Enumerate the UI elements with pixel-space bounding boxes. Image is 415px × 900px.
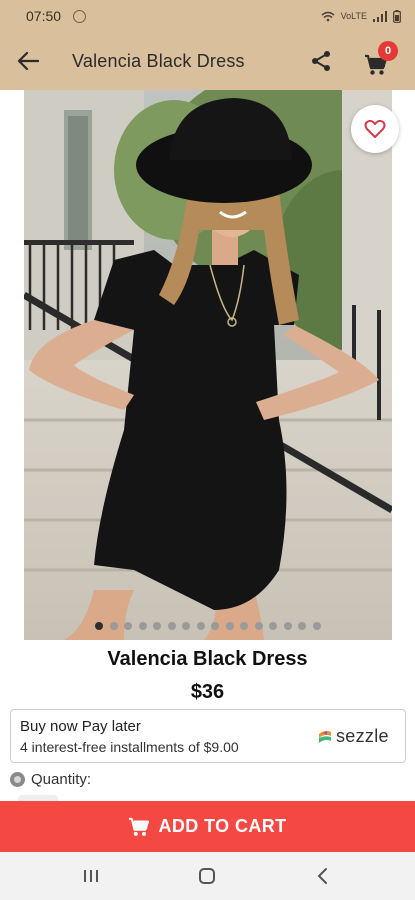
app-bar: Valencia Black Dress 0 — [0, 32, 415, 90]
recent-apps-icon — [84, 870, 98, 882]
heart-icon — [364, 119, 386, 138]
cart-count-badge: 0 — [378, 41, 398, 61]
pager-dot[interactable] — [283, 622, 292, 630]
back-icon — [317, 868, 327, 884]
pager-dot[interactable] — [225, 622, 234, 630]
sezzle-title: Buy now Pay later — [20, 718, 141, 735]
status-bar: 07:50 VoLTE — [0, 0, 415, 32]
pager-dot[interactable] — [269, 622, 278, 630]
back-button[interactable] — [0, 32, 56, 90]
sezzle-logo: sezzle — [317, 726, 389, 747]
sezzle-widget[interactable]: Buy now Pay later 4 interest-free instal… — [10, 709, 406, 763]
whatsapp-icon — [73, 9, 87, 23]
pager-dot[interactable] — [167, 622, 176, 630]
product-image[interactable] — [24, 90, 392, 640]
add-to-cart-button[interactable]: ADD TO CART — [0, 801, 415, 852]
home-icon — [199, 868, 215, 884]
share-icon — [312, 51, 330, 71]
quantity-label: Quantity: — [31, 771, 92, 788]
status-icons: VoLTE — [321, 9, 401, 23]
sezzle-installments: 4 interest-free installments of $9.00 — [20, 739, 239, 755]
add-to-cart-label: ADD TO CART — [158, 816, 287, 836]
cart-button[interactable]: 0 — [362, 41, 398, 78]
pager-dot[interactable] — [182, 622, 191, 630]
network-label: VoLTE — [340, 11, 367, 21]
cart-icon — [129, 817, 150, 836]
back-arrow-icon — [17, 51, 39, 71]
pager-dot[interactable] — [240, 622, 249, 630]
pager-dot[interactable] — [95, 622, 104, 630]
pager-dot[interactable] — [312, 622, 321, 630]
quantity-radio[interactable] — [10, 772, 25, 787]
product-name: Valencia Black Dress — [107, 648, 308, 670]
pager-dot[interactable] — [196, 622, 205, 630]
wifi-icon — [321, 11, 335, 21]
signal-icon — [373, 10, 387, 22]
pager-dot[interactable] — [254, 622, 263, 630]
recent-apps-button[interactable] — [80, 865, 102, 887]
quantity-row: Quantity: — [10, 771, 91, 788]
page-title: Valencia Black Dress — [72, 50, 245, 71]
battery-icon — [393, 9, 401, 23]
back-nav-button[interactable] — [312, 865, 334, 887]
pager-dot[interactable] — [124, 622, 133, 630]
system-nav-bar — [0, 852, 415, 900]
pager-dot[interactable] — [109, 622, 118, 630]
share-button[interactable] — [306, 46, 336, 76]
pager-dot[interactable] — [138, 622, 147, 630]
pager-dot[interactable] — [153, 622, 162, 630]
status-time: 07:50 — [26, 8, 62, 24]
image-pager-dots — [24, 622, 392, 630]
pager-dot[interactable] — [298, 622, 307, 630]
sezzle-mark-icon — [319, 730, 331, 743]
home-button[interactable] — [196, 865, 218, 887]
product-photo — [24, 90, 392, 640]
product-price: $36 — [190, 681, 225, 703]
pager-dot[interactable] — [211, 622, 220, 630]
favorite-button[interactable] — [351, 105, 399, 153]
sezzle-brand: sezzle — [336, 726, 389, 746]
